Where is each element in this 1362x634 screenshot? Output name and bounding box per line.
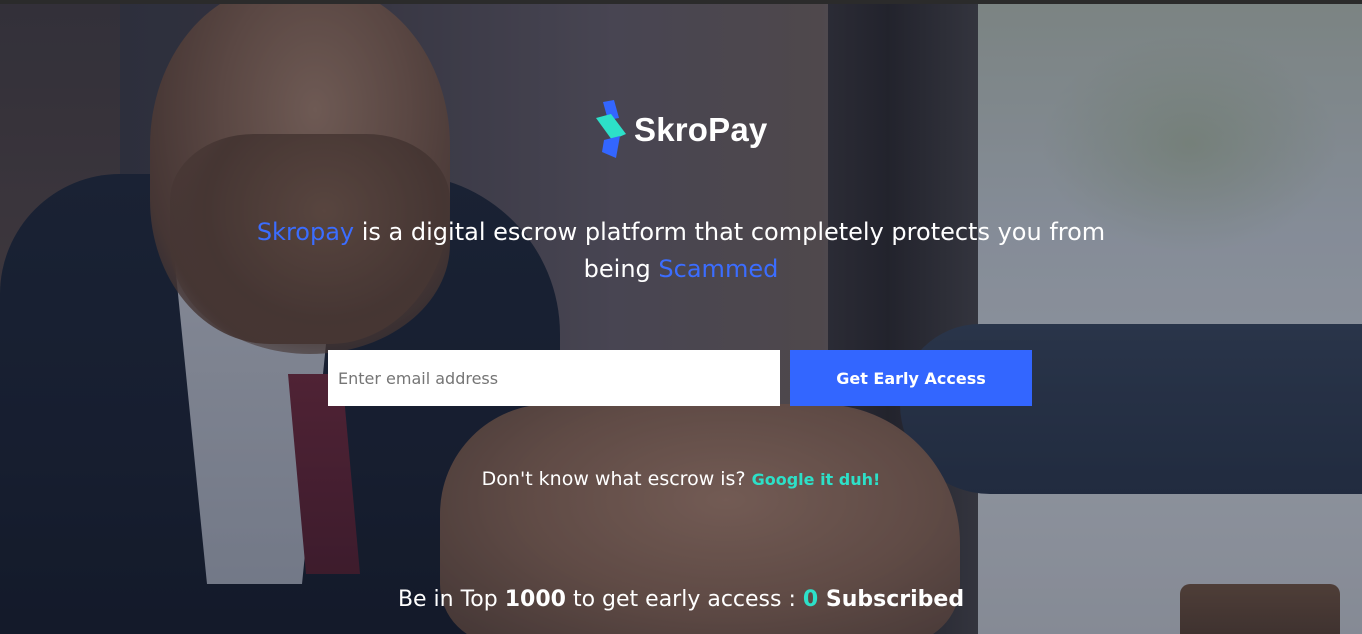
hero-content: SkroPay Skropay is a digital escrow plat… — [0, 0, 1362, 634]
escrow-hint: Don't know what escrow is? Google it duh… — [0, 468, 1362, 490]
counter-limit: 1000 — [504, 587, 566, 612]
brand-logo[interactable]: SkroPay — [594, 100, 767, 160]
brand-name: SkroPay — [634, 111, 768, 148]
subscriber-count: 0 — [802, 587, 819, 612]
email-input[interactable] — [328, 350, 780, 406]
tagline-scammed-word: Scammed — [658, 255, 779, 283]
google-it-link[interactable]: Google it duh! — [752, 470, 881, 489]
counter-prefix: Be in Top — [397, 587, 505, 612]
skropay-logo-icon — [596, 100, 626, 158]
get-early-access-button[interactable]: Get Early Access — [790, 350, 1032, 406]
subscriber-counter: Be in Top 1000 to get early access : 0 S… — [0, 587, 1362, 612]
tagline-brand-word: Skropay — [256, 218, 355, 246]
early-access-form: Get Early Access — [328, 350, 1032, 406]
counter-suffix: Subscribed — [818, 587, 965, 612]
escrow-question: Don't know what escrow is? — [481, 468, 746, 490]
hero-tagline: Skropay is a digital escrow platform tha… — [231, 214, 1131, 288]
counter-middle: to get early access : — [565, 587, 803, 612]
